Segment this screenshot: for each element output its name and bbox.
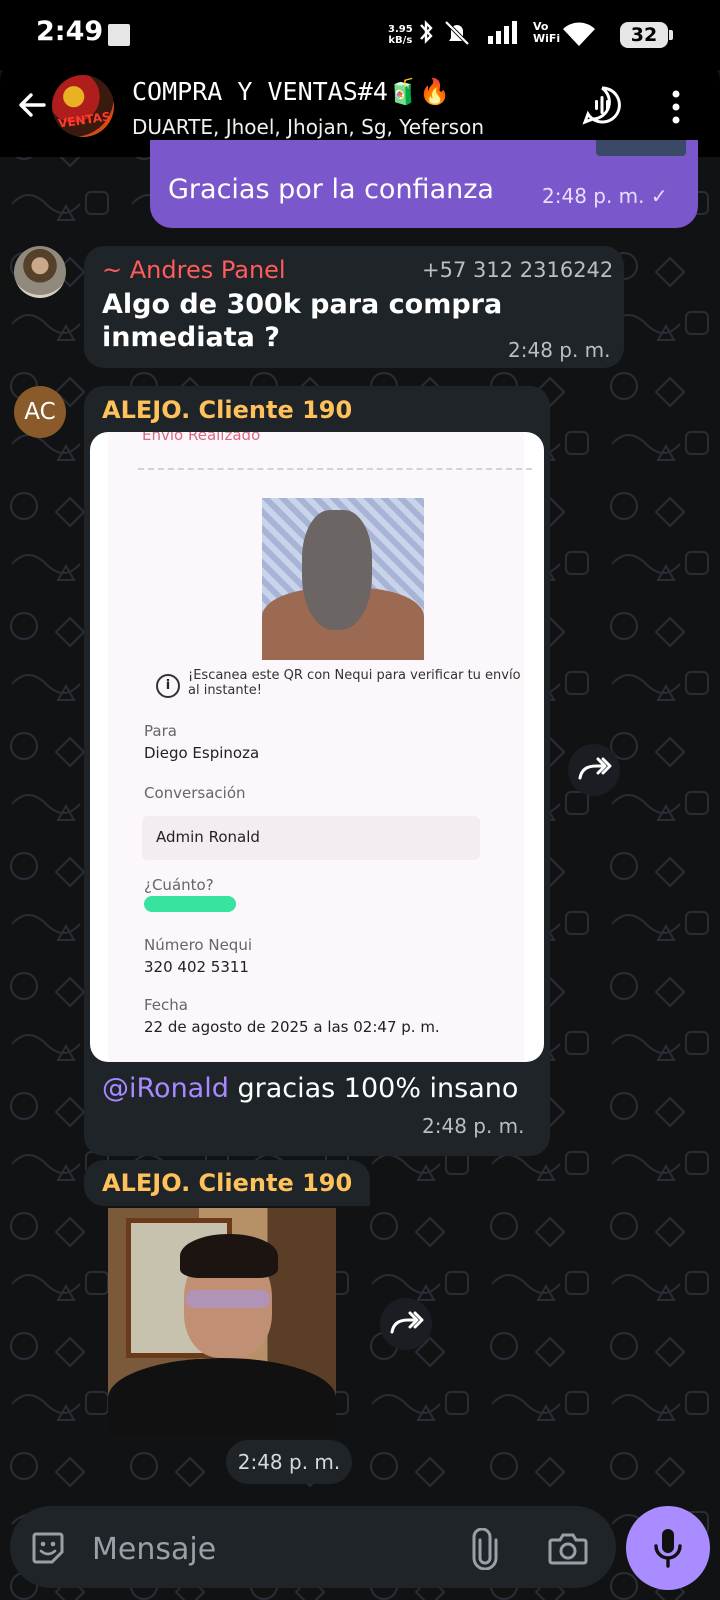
avatar[interactable] [14,246,66,298]
photo-glasses [186,1290,270,1308]
incoming-message[interactable]: ~ Andres Panel +57 312 2316242 Algo de 3… [84,246,624,368]
receipt-info: ¡Escanea este QR con Nequi para verifica… [188,668,521,698]
photo-message[interactable] [108,1208,336,1436]
message-text: @iRonald gracias 100% insano [102,1072,522,1105]
net-speed: 3.95 kB/s [388,24,413,46]
message-text: Gracias por la confianza [168,174,494,205]
nequi-label: Número Nequi [144,936,252,954]
group-avatar[interactable]: VENTAS [52,75,114,137]
qr-image [262,498,424,660]
receipt-image[interactable]: Envío Realizado i ¡Escanea este QR con N… [90,432,544,1062]
info-icon: i [156,674,180,698]
para-label: Para [144,722,177,740]
media-thumbnail-partial [596,140,686,156]
amount-redaction [144,896,236,912]
battery-indicator: 32 [620,22,673,48]
sender-name: ALEJO. Cliente 190 [102,1169,353,1197]
chat-title-emoji: 🧃🔥 [387,77,451,106]
status-time: 2:49 [36,16,104,47]
photo-body [108,1358,336,1436]
notification-icon [108,24,130,46]
camera-icon[interactable] [548,1530,588,1566]
message-input[interactable] [90,1528,434,1570]
forward-button[interactable] [568,744,620,796]
wifi-icon [563,22,595,46]
forward-icon [578,757,612,780]
net-speed-value: 3.95 [388,24,413,35]
more-options-button[interactable] [668,89,684,125]
battery-level: 32 [630,24,658,46]
message-time: 2:48 p. m. ✓ [542,184,668,208]
qr-image-subject [302,510,372,630]
sticker-emoji-button[interactable] [30,1530,66,1566]
chat-title-text: COMPRA Y VENTAS#4 [132,77,388,106]
vowifi-indicator: Vo WiFi [533,21,560,45]
chat-title[interactable]: COMPRA Y VENTAS#4🧃🔥 [132,77,450,107]
group-avatar-art: VENTAS [57,109,112,131]
conversation-value: Admin Ronald [156,828,260,846]
amount-label: ¿Cuánto? [144,876,214,894]
nequi-value: 320 402 5311 [144,958,249,976]
forward-icon [390,1311,424,1334]
back-button[interactable] [14,87,50,123]
date-value: 22 de agosto de 2025 a las 02:47 p. m. [144,1018,440,1036]
conversation-label: Conversación [144,784,246,802]
microphone-icon [654,1529,682,1568]
message-time: 2:48 p. m. [226,1440,352,1484]
sender-phone: +57 312 2316242 [422,258,614,282]
signal-icon [488,21,517,44]
voice-chat-button[interactable] [582,85,622,125]
sender-name[interactable]: ALEJO. Cliente 190 [102,396,352,424]
mute-icon [444,20,470,46]
date-label: Fecha [144,996,188,1014]
sender-name-tag[interactable]: ALEJO. Cliente 190 [84,1160,371,1206]
outgoing-message[interactable]: Gracias por la confianza 2:48 p. m. ✓ [150,140,698,228]
voice-record-button[interactable] [626,1506,710,1590]
vowifi-wifi: WiFi [533,32,561,45]
chat-members[interactable]: DUARTE, Jhoel, Jhojan, Sg, Yeferson [132,115,552,139]
forward-button[interactable] [380,1298,432,1350]
sender-name[interactable]: ~ Andres Panel [102,256,286,284]
divider [138,468,532,470]
message-time: 2:48 p. m. [508,338,611,362]
receipt-card: Envío Realizado i ¡Escanea este QR con N… [108,432,532,1062]
incoming-message[interactable]: ALEJO. Cliente 190 Envío Realizado i ¡Es… [84,386,550,1156]
net-speed-unit: kB/s [388,35,413,46]
bluetooth-icon [420,20,433,44]
photo-hair [180,1234,278,1278]
caption-text: gracias 100% insano [228,1073,519,1104]
attach-icon[interactable] [472,1528,498,1570]
mention-link[interactable]: @iRonald [102,1073,229,1104]
avatar[interactable]: AC [14,386,66,438]
message-time: 2:48 p. m. [422,1114,525,1138]
receipt-status: Envío Realizado [142,432,261,444]
para-value: Diego Espinoza [144,744,260,762]
message-input-bar [10,1506,616,1588]
